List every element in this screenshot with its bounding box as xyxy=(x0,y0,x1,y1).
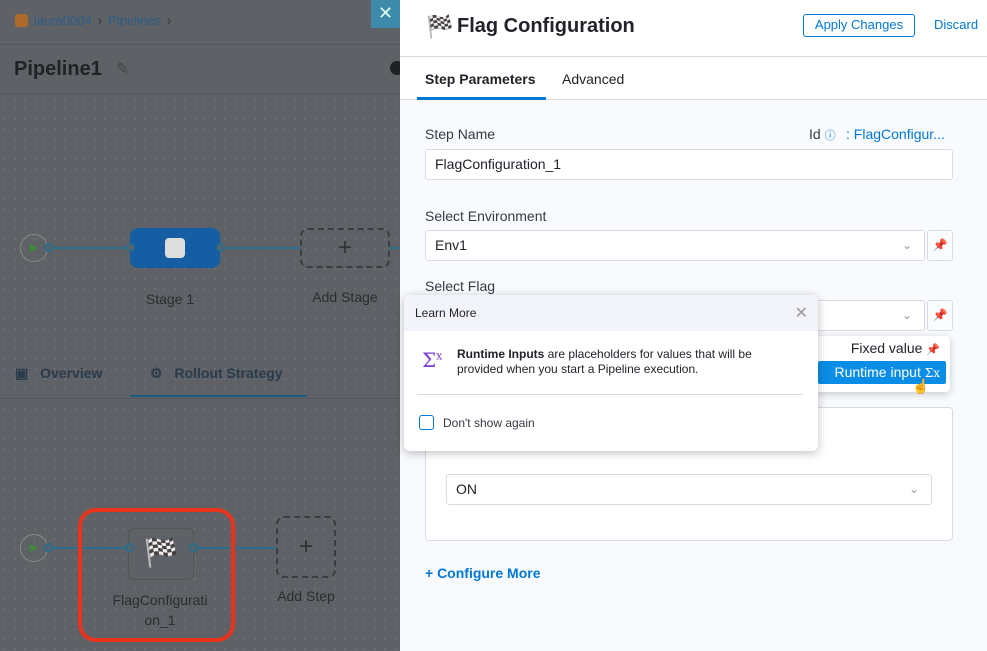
popover-title: Learn More xyxy=(404,295,818,331)
tab-overview[interactable]: ▣ Overview xyxy=(15,365,102,382)
panel-title: Flag Configuration xyxy=(457,15,635,37)
chevron-down-icon: ⌄ xyxy=(901,238,912,252)
add-step-label: Add Step xyxy=(277,588,335,604)
hand-cursor-icon: ☝ xyxy=(912,378,930,394)
step-name-input[interactable]: FlagConfiguration_1 xyxy=(425,149,953,180)
popover-text: Runtime Inputs are placeholders for valu… xyxy=(457,347,752,376)
dont-show-again-label[interactable]: Don't show again xyxy=(443,416,535,430)
flag-label: Select Flag xyxy=(425,278,496,294)
pipeline-title: Pipeline1 xyxy=(14,58,102,80)
learn-more-popover: Learn More ✕ Σx Runtime Inputs are place… xyxy=(404,295,818,451)
environment-label: Select Environment xyxy=(425,208,547,224)
chevron-down-icon: ⌄ xyxy=(901,308,912,322)
info-icon: ⓘ xyxy=(824,130,836,142)
input-type-menu: Fixed value 📌 Runtime input Σx xyxy=(815,336,950,392)
configure-more-link[interactable]: + Configure More xyxy=(425,565,541,581)
pipeline-studio-background: laura0004 › Pipelines › Pipeline1 ✎ ✕ ▶ St… xyxy=(0,0,400,651)
stage-node[interactable] xyxy=(130,228,220,268)
tab-rollout-strategy[interactable]: ⚙ Rollout Strategy xyxy=(150,365,283,382)
breadcrumb-project[interactable]: laura0004 xyxy=(34,13,92,28)
dont-show-again-checkbox[interactable] xyxy=(419,415,434,430)
close-icon[interactable]: ✕ xyxy=(795,303,808,323)
stage-label: Stage 1 xyxy=(145,291,195,307)
add-stage-label: Add Stage xyxy=(312,289,378,305)
pin-icon[interactable]: 📌 xyxy=(927,300,953,331)
breadcrumb: laura0004 › Pipelines › xyxy=(15,13,171,28)
breadcrumb-pipelines[interactable]: Pipelines xyxy=(108,13,161,28)
project-logo-icon xyxy=(15,14,28,27)
tab-advanced[interactable]: Advanced xyxy=(562,71,624,87)
step-name-label: Step Name xyxy=(425,126,496,142)
checkered-flag-icon: 🏁 xyxy=(426,14,454,39)
id-label: Id ⓘ xyxy=(809,126,836,142)
feature-flag-icon xyxy=(165,238,185,258)
sigma-icon: Σx xyxy=(422,348,443,372)
environment-select[interactable]: Env1 ⌄ xyxy=(425,230,925,261)
id-value[interactable]: : FlagConfigur... xyxy=(846,126,945,142)
pin-icon: 📌 xyxy=(926,344,940,356)
chevron-down-icon: ⌄ xyxy=(908,482,919,496)
edit-icon[interactable]: ✎ xyxy=(116,59,129,79)
menu-item-fixed-value[interactable]: Fixed value 📌 xyxy=(845,337,946,360)
discard-button[interactable]: Discard xyxy=(934,17,978,32)
tab-step-parameters[interactable]: Step Parameters xyxy=(425,71,536,87)
add-step-button[interactable]: + xyxy=(276,516,336,578)
state-select[interactable]: ON ⌄ xyxy=(446,474,932,505)
close-button[interactable]: ✕ xyxy=(371,0,400,28)
add-stage-button[interactable]: + xyxy=(300,228,390,268)
apply-changes-button[interactable]: Apply Changes xyxy=(803,14,915,37)
highlight-annotation xyxy=(78,508,235,642)
pin-icon[interactable]: 📌 xyxy=(927,230,953,261)
